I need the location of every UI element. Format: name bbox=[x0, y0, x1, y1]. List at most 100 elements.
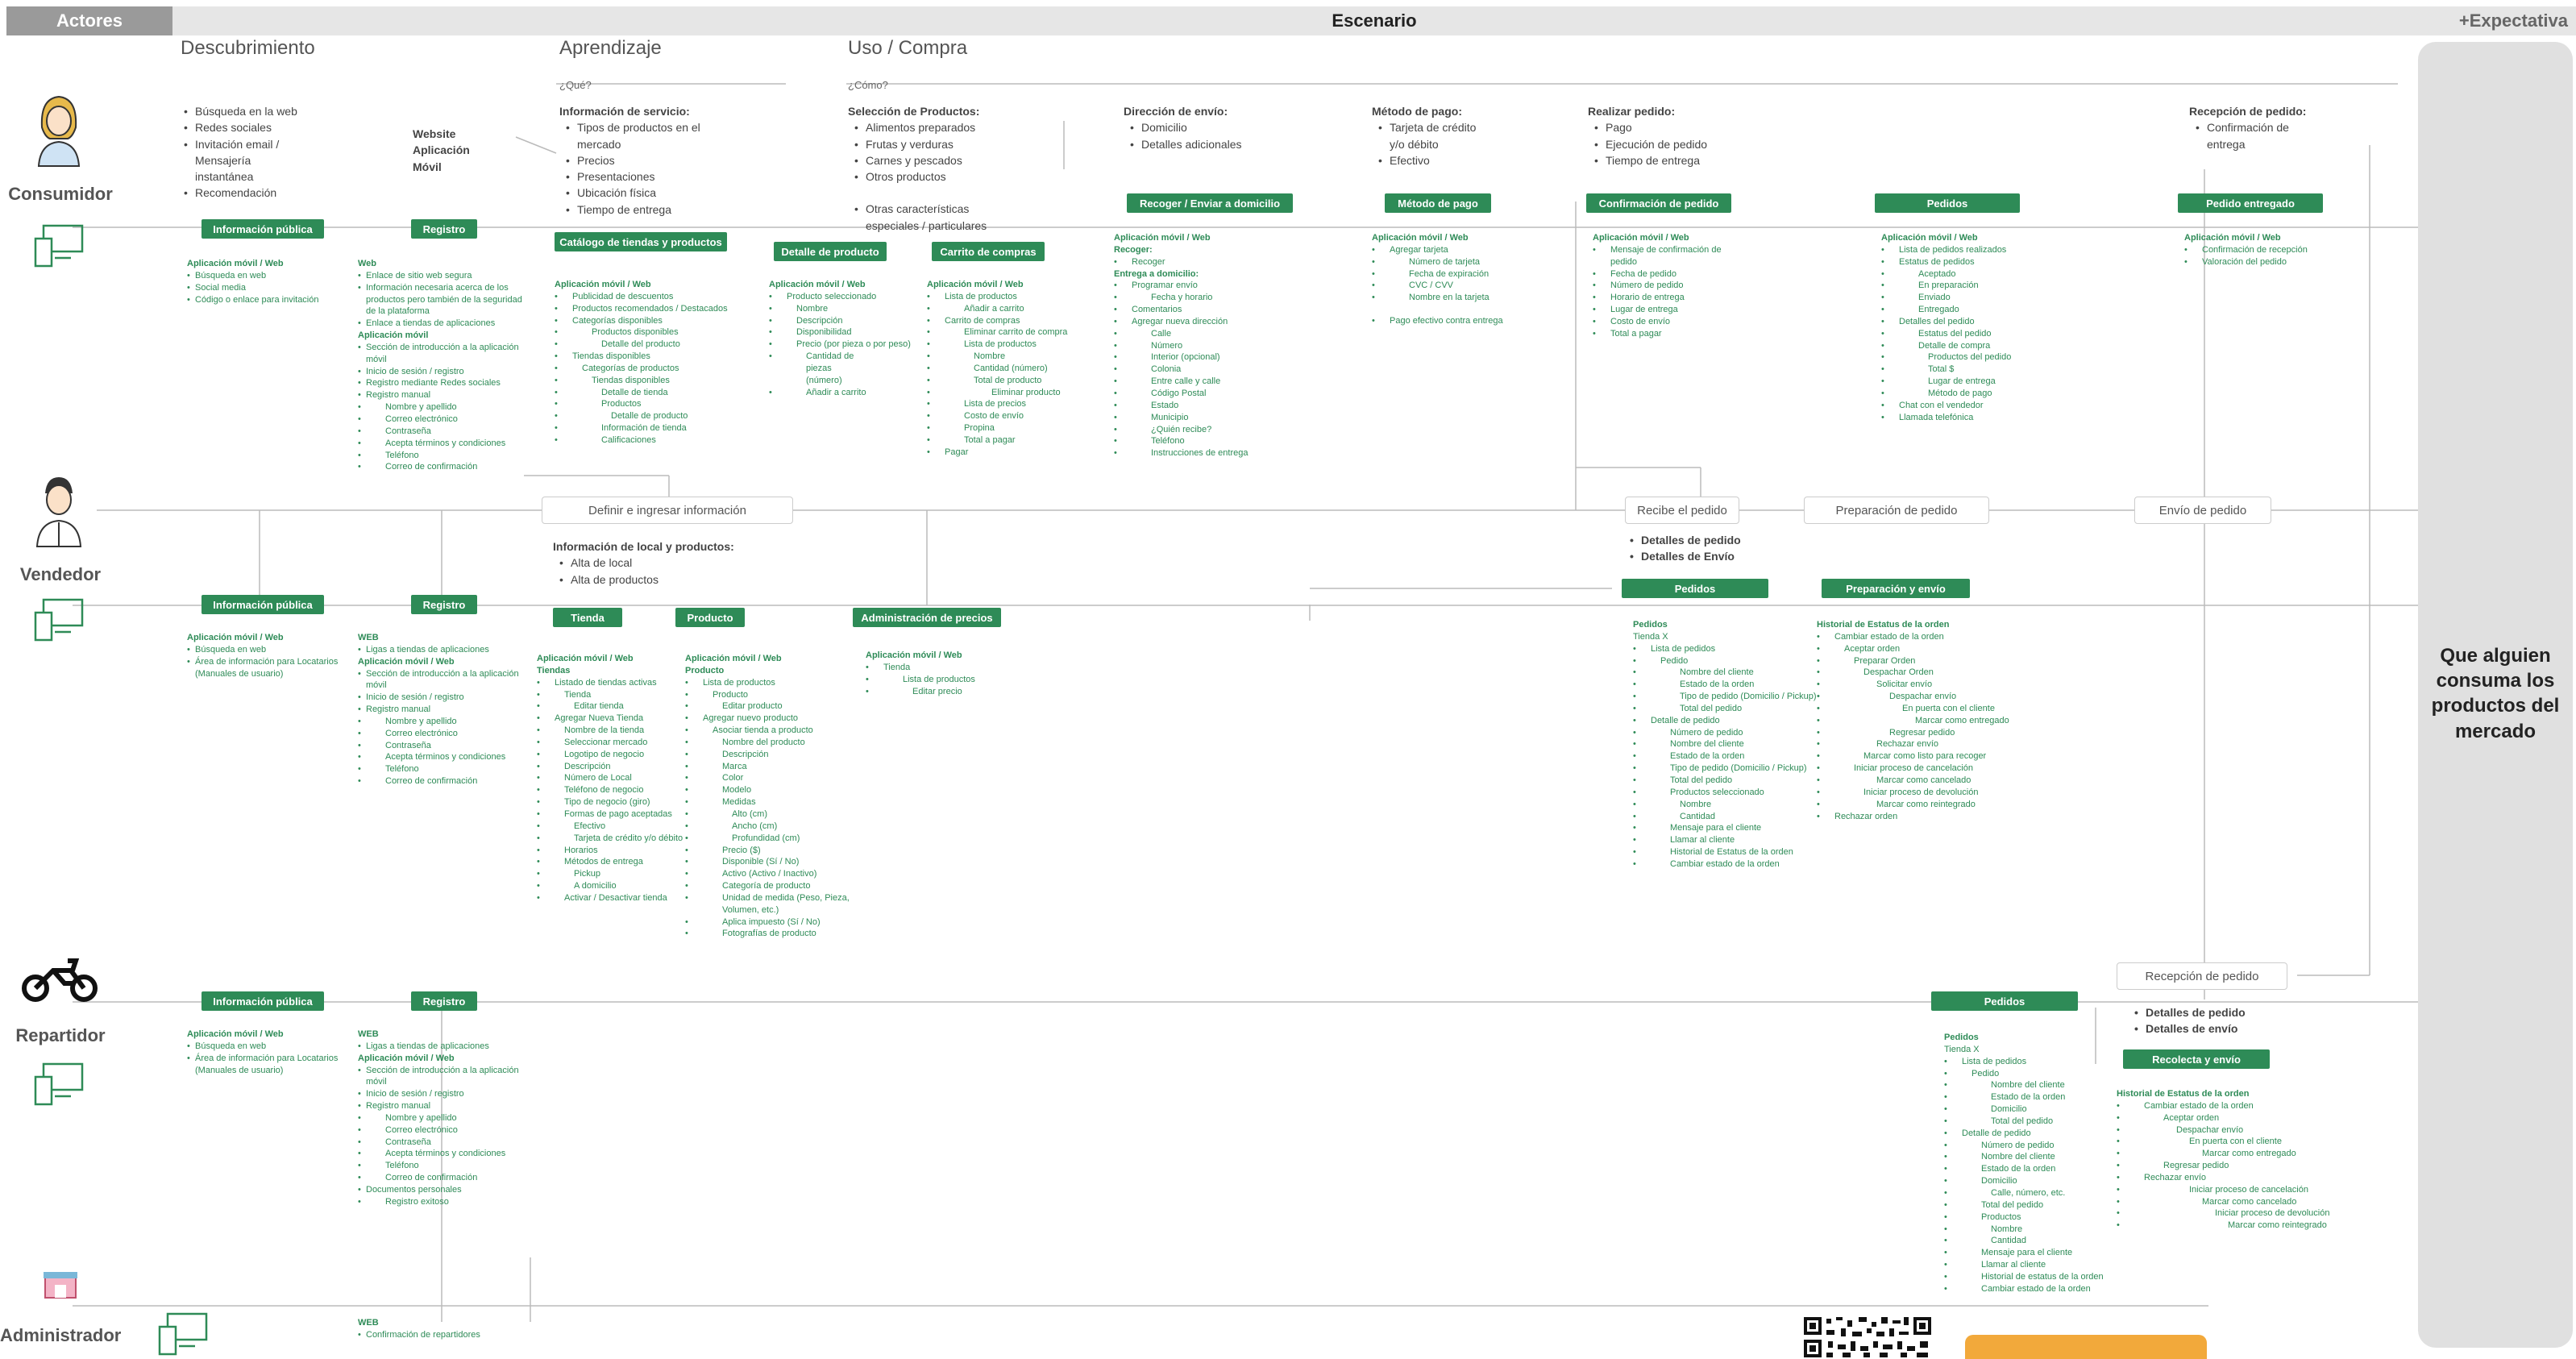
consumer-reception: Recepción de pedido: Confirmación de ent… bbox=[2189, 103, 2306, 152]
note-item: Categorías de productos bbox=[555, 363, 728, 375]
list-item: Frutas y verduras bbox=[848, 136, 993, 153]
note-item: Municipio bbox=[1114, 412, 1248, 424]
note-item: Número de pedido bbox=[1944, 1140, 2104, 1152]
order-confirmation-button[interactable]: Confirmación de pedido bbox=[1586, 193, 1731, 213]
note-item: Seleccionar mercado bbox=[537, 737, 683, 749]
note-item: Historial de Estatus de la orden bbox=[1633, 846, 1817, 858]
note-item: Área de información para Locatarios (Man… bbox=[187, 656, 340, 680]
note-item: Lugar de entrega bbox=[1881, 376, 2011, 388]
store-button[interactable]: Tienda bbox=[553, 608, 622, 627]
motorcycle-icon bbox=[21, 951, 98, 1007]
pickup-ship-button[interactable]: Recolecta y envío bbox=[2123, 1049, 2270, 1069]
consumer-payment: Método de pago: Tarjeta de crédito y/o d… bbox=[1372, 103, 1485, 168]
note-item: Color bbox=[685, 772, 854, 784]
note-item: Añadir a carrito bbox=[769, 387, 911, 399]
note-item: Producto seleccionado bbox=[769, 291, 911, 303]
note-item: Inicio de sesión / registro bbox=[358, 366, 527, 378]
note-seller-public-info: Aplicación móvil / Web Búsqueda en web Á… bbox=[187, 632, 340, 680]
list-item: Carnes y pescados bbox=[848, 152, 993, 169]
note-item: Iniciar proceso de cancelación bbox=[1817, 763, 2009, 775]
note-item: Nombre bbox=[1633, 799, 1817, 811]
note-item: Modelo bbox=[685, 784, 854, 796]
order-ship-box[interactable]: Envío de pedido bbox=[2134, 497, 2271, 524]
payment-method-button[interactable]: Método de pago bbox=[1385, 193, 1491, 213]
note-item: En preparación bbox=[1881, 280, 2011, 292]
note-item: Lista de pedidos bbox=[1944, 1056, 2104, 1068]
note-item: Productos del pedido bbox=[1881, 351, 2011, 364]
note-consumer-register: Web Enlace de sitio web segura Informaci… bbox=[358, 258, 527, 473]
cart-button[interactable]: Carrito de compras bbox=[932, 242, 1045, 261]
prep-ship-button[interactable]: Preparación y envío bbox=[1822, 579, 1970, 598]
note-item: Correo electrónico bbox=[358, 1124, 527, 1137]
seller-public-info-button[interactable]: Información pública bbox=[202, 595, 324, 614]
price-admin-button[interactable]: Administración de precios bbox=[853, 608, 1001, 627]
catalog-button[interactable]: Catálogo de tiendas y productos bbox=[555, 232, 727, 251]
note-item: Fecha de expiración bbox=[1372, 268, 1503, 281]
note-item: Activar / Desactivar tienda bbox=[537, 892, 683, 904]
note-item: Iniciar proceso de cancelación bbox=[2117, 1184, 2329, 1196]
product-button[interactable]: Producto bbox=[675, 608, 745, 627]
consumer-public-info-button[interactable]: Información pública bbox=[202, 219, 324, 239]
note-item: Aplica impuesto (Sí / No) bbox=[685, 916, 854, 929]
note-prep-ship: Historial de Estatus de la orden Cambiar… bbox=[1817, 619, 2009, 822]
list-item: Alimentos preparados bbox=[848, 119, 993, 136]
note-item: Instrucciones de entrega bbox=[1114, 447, 1248, 459]
note-item: Correo de confirmación bbox=[358, 461, 527, 473]
note-item: Medidas bbox=[685, 796, 854, 808]
order-prep-box[interactable]: Preparación de pedido bbox=[1804, 497, 1989, 524]
list-item: Efectivo bbox=[1372, 152, 1485, 169]
note-item: Marcar como entregado bbox=[1817, 715, 2009, 727]
note-courier-register: WEB Ligas a tiendas de aplicaciones Apli… bbox=[358, 1029, 527, 1208]
pickup-delivery-button[interactable]: Recoger / Enviar a domicilio bbox=[1127, 193, 1293, 213]
order-delivered-button[interactable]: Pedido entregado bbox=[2178, 193, 2323, 213]
consumer-orders-button[interactable]: Pedidos bbox=[1875, 193, 2020, 213]
note-item: Detalles del pedido bbox=[1881, 316, 2011, 328]
seller-register-button[interactable]: Registro bbox=[411, 595, 477, 614]
receive-order-box[interactable]: Recibe el pedido bbox=[1625, 497, 1739, 524]
list-item: Otras características especiales / parti… bbox=[848, 201, 993, 234]
note-item: Estatus del pedido bbox=[1881, 328, 2011, 340]
note-item: Estado de la orden bbox=[1944, 1091, 2104, 1103]
seller-orders-button[interactable]: Pedidos bbox=[1622, 579, 1768, 598]
list-item: Otros productos bbox=[848, 168, 993, 185]
note-item: Pagar bbox=[927, 447, 1067, 459]
courier-receive-box[interactable]: Recepción de pedido bbox=[2117, 962, 2287, 990]
note-item: Nombre de la tienda bbox=[537, 725, 683, 737]
seller-order-details: Detalles de pedido Detalles de Envío bbox=[1623, 532, 1741, 565]
expectation-text: Que alguien consuma los productos del me… bbox=[2431, 645, 2560, 742]
courier-orders-button[interactable]: Pedidos bbox=[1931, 991, 2078, 1011]
note-catalog: Aplicación móvil / Web Publicidad de des… bbox=[555, 279, 728, 447]
list-item: Detalles adicionales bbox=[1124, 136, 1242, 153]
note-item: Número bbox=[1114, 340, 1248, 352]
consumer-register-button[interactable]: Registro bbox=[411, 219, 477, 239]
note-item: Registro mediante Redes sociales bbox=[358, 377, 527, 389]
note-order-confirmation: Aplicación móvil / Web Mensaje de confir… bbox=[1593, 232, 1730, 340]
note-item: Área de información para Locatarios (Man… bbox=[187, 1053, 340, 1077]
product-detail-button[interactable]: Detalle de producto bbox=[774, 242, 887, 261]
note-item: Social media bbox=[187, 282, 319, 294]
note-item: Detalle del producto bbox=[555, 339, 728, 351]
subphase-how: ¿Cómo? bbox=[848, 79, 888, 91]
note-item: Pago efectivo contra entrega bbox=[1372, 315, 1503, 327]
list-item: Domicilio bbox=[1124, 119, 1242, 136]
note-item: Teléfono de negocio bbox=[537, 784, 683, 796]
phase-discovery: Descubrimiento bbox=[181, 37, 315, 59]
consumer-order: Realizar pedido: Pago Ejecución de pedid… bbox=[1588, 103, 1707, 168]
note-item: Despachar envío bbox=[1817, 691, 2009, 703]
note-item: Confirmación de repartidores bbox=[358, 1329, 480, 1341]
note-item: Teléfono bbox=[1114, 435, 1248, 447]
note-item: Enlace de sitio web segura bbox=[358, 270, 527, 282]
courier-register-button[interactable]: Registro bbox=[411, 991, 477, 1011]
define-info-box[interactable]: Definir e ingresar información bbox=[542, 497, 793, 524]
note-heading: Aplicación móvil / Web bbox=[927, 280, 1024, 289]
note-item: Iniciar proceso de devolución bbox=[1817, 787, 2009, 799]
note-item: Lista de pedidos realizados bbox=[1881, 244, 2011, 256]
note-item: Número de tarjeta bbox=[1372, 256, 1503, 268]
note-item: Correo electrónico bbox=[358, 414, 527, 426]
courier-public-info-button[interactable]: Información pública bbox=[202, 991, 324, 1011]
note-item: Fecha de pedido bbox=[1593, 268, 1730, 281]
note-heading: WEB bbox=[358, 1029, 379, 1039]
seller-local-info: Información de local y productos: Alta d… bbox=[553, 538, 734, 588]
list-item: Detalles de envío bbox=[2128, 1020, 2246, 1037]
note-item: Teléfono bbox=[358, 450, 527, 462]
